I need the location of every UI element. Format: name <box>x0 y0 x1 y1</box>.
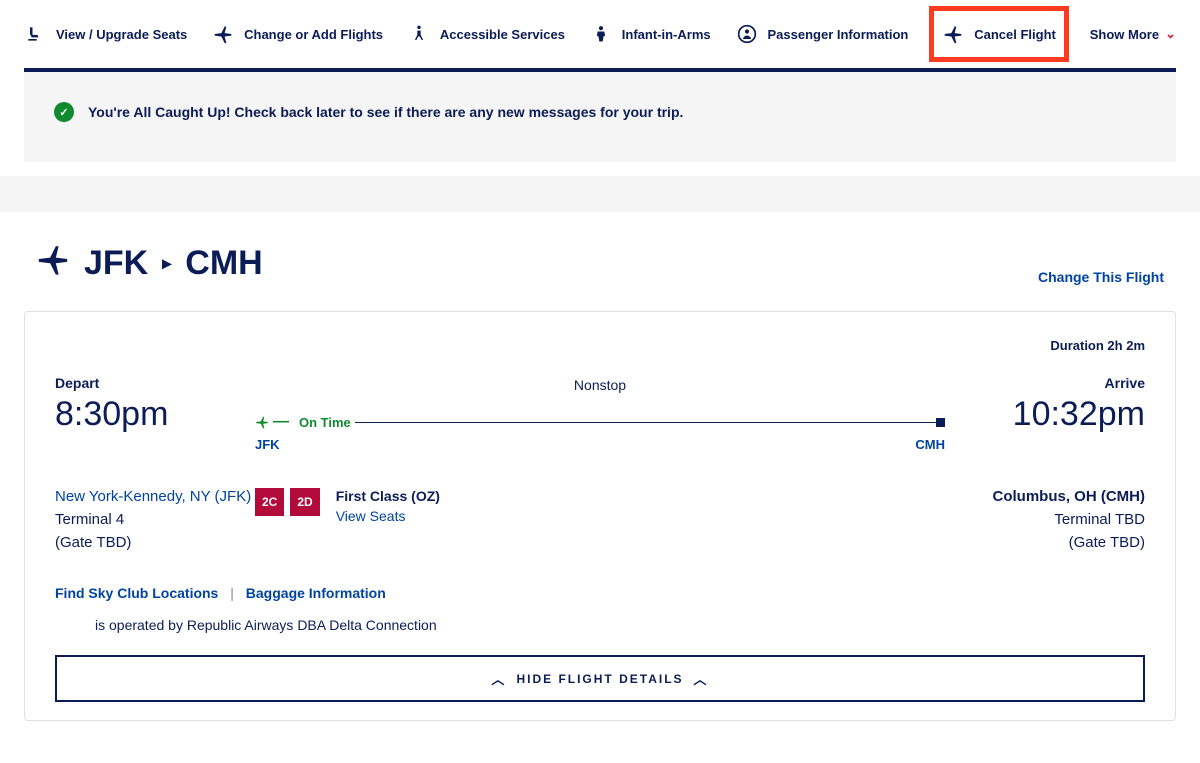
accessibility-icon <box>408 23 430 45</box>
check-icon: ✓ <box>54 102 74 122</box>
operator-text: is operated by Republic Airways DBA Delt… <box>95 617 1145 633</box>
action-bar: View / Upgrade Seats Change or Add Fligh… <box>0 0 1200 68</box>
chevron-up-icon: ︿ <box>694 669 709 688</box>
infant-icon <box>590 23 612 45</box>
hide-flight-details-button[interactable]: ︿ HIDE FLIGHT DETAILS ︿ <box>55 655 1145 702</box>
arrive-column: Arrive 10:32pm <box>965 375 1145 434</box>
track-end-icon <box>936 418 945 427</box>
passenger-information-button[interactable]: Passenger Information <box>736 23 909 45</box>
chevron-up-icon: ︿ <box>491 669 506 688</box>
origin-airport-link[interactable]: New York-Kennedy, NY (JFK) <box>55 488 255 505</box>
show-more-label: Show More <box>1090 27 1159 42</box>
route-title: JFK ▸ CMH <box>36 242 263 285</box>
origin-info: New York-Kennedy, NY (JFK) Terminal 4 (G… <box>55 488 255 551</box>
dest-airport: Columbus, OH (CMH) <box>993 488 1145 505</box>
show-more-button[interactable]: Show More ⌄ <box>1090 26 1176 42</box>
dest-gate: (Gate TBD) <box>993 534 1145 551</box>
dest-info: Columbus, OH (CMH) Terminal TBD (Gate TB… <box>993 488 1145 551</box>
plane-cancel-icon <box>942 23 964 45</box>
airport-info-row: New York-Kennedy, NY (JFK) Terminal 4 (G… <box>55 488 1145 551</box>
nonstop-label: Nonstop <box>255 377 945 393</box>
action-label: Change or Add Flights <box>244 27 383 42</box>
cancel-flight-highlight: Cancel Flight <box>929 6 1069 62</box>
action-label: Passenger Information <box>768 27 909 42</box>
seat-info: 2C 2D First Class (OZ) View Seats <box>255 488 440 551</box>
seat-meta: First Class (OZ) View Seats <box>336 488 440 524</box>
track-plane-icon: — <box>255 413 289 431</box>
action-label: Cancel Flight <box>974 27 1056 42</box>
arrive-label: Arrive <box>965 375 1145 391</box>
toggle-label: HIDE FLIGHT DETAILS <box>516 672 683 686</box>
sky-club-link[interactable]: Find Sky Club Locations <box>55 585 218 601</box>
dest-code: CMH <box>185 244 262 283</box>
depart-label: Depart <box>55 375 235 391</box>
timeline-row: Depart 8:30pm Nonstop — On Time JFK CMH … <box>55 375 1145 452</box>
infant-in-arms-button[interactable]: Infant-in-Arms <box>590 23 711 45</box>
route-arrow-icon: ▸ <box>162 253 171 274</box>
notice-container: ✓ You're All Caught Up! Check back later… <box>0 68 1200 162</box>
flight-links-row: Find Sky Club Locations | Baggage Inform… <box>55 585 1145 601</box>
timeline-center: Nonstop — On Time JFK CMH <box>255 375 945 452</box>
track-line <box>355 422 936 423</box>
action-label: Infant-in-Arms <box>622 27 711 42</box>
seat-icon <box>24 23 46 45</box>
caught-up-banner: ✓ You're All Caught Up! Check back later… <box>24 68 1176 162</box>
chevron-down-icon: ⌄ <box>1165 26 1176 42</box>
cabin-class: First Class (OZ) <box>336 488 440 504</box>
flight-status: On Time <box>295 415 355 430</box>
arrive-time: 10:32pm <box>965 395 1145 434</box>
track-codes: JFK CMH <box>255 437 945 452</box>
depart-time: 8:30pm <box>55 395 235 434</box>
baggage-info-link[interactable]: Baggage Information <box>246 585 386 601</box>
plane-swap-icon <box>212 23 234 45</box>
depart-column: Depart 8:30pm <box>55 375 235 434</box>
origin-terminal: Terminal 4 <box>55 511 255 528</box>
change-this-flight-link[interactable]: Change This Flight <box>1038 269 1164 285</box>
accessible-services-button[interactable]: Accessible Services <box>408 23 565 45</box>
flight-duration: Duration 2h 2m <box>55 338 1145 353</box>
action-label: View / Upgrade Seats <box>56 27 187 42</box>
notice-text: You're All Caught Up! Check back later t… <box>88 104 683 120</box>
seat-badge[interactable]: 2D <box>290 488 319 516</box>
track-dest-code: CMH <box>915 437 945 452</box>
track-origin-code: JFK <box>255 437 280 452</box>
dest-terminal: Terminal TBD <box>993 511 1145 528</box>
action-label: Accessible Services <box>440 27 565 42</box>
section-gap <box>0 176 1200 212</box>
link-divider: | <box>230 585 234 601</box>
cancel-flight-button[interactable]: Cancel Flight <box>942 23 1056 45</box>
view-upgrade-seats-button[interactable]: View / Upgrade Seats <box>24 23 187 45</box>
origin-code: JFK <box>84 244 148 283</box>
route-header: JFK ▸ CMH Change This Flight <box>0 212 1200 295</box>
plane-icon <box>36 242 70 285</box>
change-add-flights-button[interactable]: Change or Add Flights <box>212 23 383 45</box>
passenger-info-icon <box>736 23 758 45</box>
view-seats-link[interactable]: View Seats <box>336 508 440 524</box>
flight-card: Duration 2h 2m Depart 8:30pm Nonstop — O… <box>24 311 1176 721</box>
origin-gate: (Gate TBD) <box>55 534 255 551</box>
seat-badge[interactable]: 2C <box>255 488 284 516</box>
flight-track: — On Time <box>255 415 945 429</box>
